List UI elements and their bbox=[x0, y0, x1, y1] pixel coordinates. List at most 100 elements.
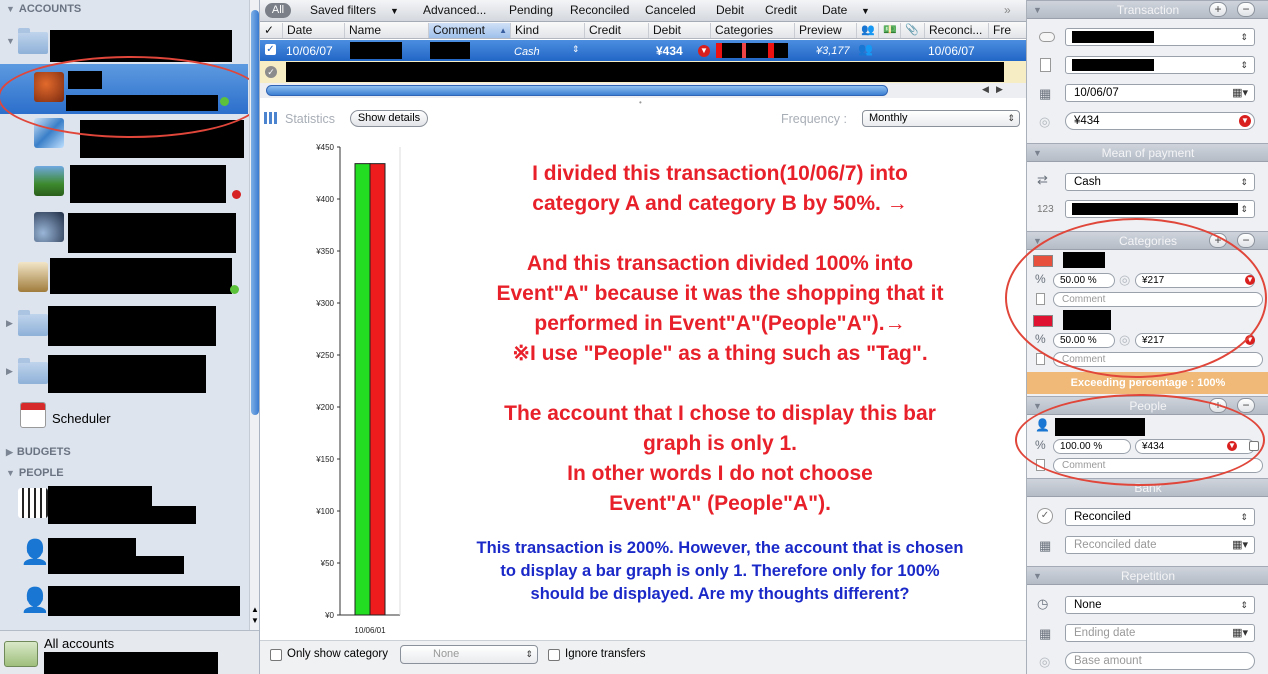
scroll-up-arrow-icon[interactable]: ▲ bbox=[251, 605, 259, 614]
pending-filter[interactable]: Pending bbox=[509, 3, 553, 17]
calendar-grid-icon: ▦ bbox=[1039, 86, 1052, 101]
all-accounts-icon bbox=[4, 641, 38, 667]
ignore-transfers-checkbox[interactable] bbox=[548, 649, 560, 661]
redacted-person-name bbox=[48, 538, 136, 556]
credit-filter[interactable]: Credit bbox=[765, 3, 797, 17]
disclosure-triangle-icon[interactable]: ▼ bbox=[6, 4, 15, 14]
base-amount-field[interactable]: Base amount bbox=[1065, 652, 1255, 670]
sidebar-item-scheduler[interactable]: Scheduler bbox=[52, 411, 111, 426]
col-credit[interactable]: Credit bbox=[584, 23, 621, 38]
col-money-icon[interactable]: 💵 bbox=[878, 23, 897, 38]
check-number-select[interactable]: ⇕ bbox=[1065, 200, 1255, 218]
table-row-selected[interactable]: ✓ 10/06/07 Cash ⇕ ¥434 ▼ ¥3,177 👥 10/06/… bbox=[260, 40, 1026, 61]
statistics-bar: Statistics Show details Frequency : Mont… bbox=[260, 108, 1026, 130]
stepper-icon[interactable]: ⇕ bbox=[572, 44, 580, 55]
calendar-picker-icon[interactable]: ▦▾ bbox=[1232, 625, 1248, 641]
y-tick-label: ¥0 bbox=[324, 611, 334, 620]
repetition-select[interactable]: None ⇕ bbox=[1065, 596, 1255, 614]
mean-of-payment-section-header[interactable]: ▼ Mean of payment bbox=[1027, 143, 1268, 162]
redacted-row-content bbox=[286, 62, 1004, 82]
disclosure-triangle-icon[interactable]: ▼ bbox=[1033, 144, 1042, 163]
debit-filter[interactable]: Debit bbox=[716, 3, 744, 17]
calendar-picker-icon[interactable]: ▦▾ bbox=[1232, 537, 1248, 553]
col-name[interactable]: Name bbox=[344, 23, 381, 38]
date-field[interactable]: 10/06/07 ▦▾ bbox=[1065, 84, 1255, 102]
calendar-icon bbox=[20, 402, 46, 428]
annotation-line: should be displayed. Are my thoughts dif… bbox=[530, 585, 910, 603]
debit-arrow-icon[interactable]: ▼ bbox=[1239, 115, 1251, 127]
account-select[interactable]: ⇕ bbox=[1065, 56, 1255, 74]
canceled-filter[interactable]: Canceled bbox=[645, 3, 696, 17]
folder-icon bbox=[18, 310, 48, 336]
annotation-line: I divided this transaction(10/06/7) into bbox=[532, 162, 908, 185]
chevron-down-icon[interactable]: ▼ bbox=[390, 6, 399, 16]
sidebar-scrollbar[interactable]: ▲ ▼ bbox=[249, 0, 259, 630]
main-panel: All Saved filters ▼ Advanced... Pending … bbox=[260, 0, 1026, 674]
remove-transaction-button[interactable]: − bbox=[1237, 2, 1255, 17]
col-kind[interactable]: Kind bbox=[510, 23, 539, 38]
row-debit: ¥434 bbox=[656, 44, 683, 58]
payee-select[interactable]: ⇕ bbox=[1065, 28, 1255, 46]
disclosure-triangle-icon[interactable]: ▶ bbox=[6, 318, 13, 329]
col-categories[interactable]: Categories bbox=[710, 23, 773, 38]
filter-all-button[interactable]: All bbox=[265, 3, 291, 18]
scrollbar-knob[interactable] bbox=[266, 85, 888, 96]
repetition-section-header[interactable]: ▼ Repetition bbox=[1027, 566, 1268, 585]
disclosure-triangle-icon[interactable]: ▼ bbox=[6, 468, 15, 478]
row-checkbox[interactable]: ✓ bbox=[265, 44, 276, 55]
redacted-person-name bbox=[48, 486, 152, 506]
reconciled-date-field[interactable]: Reconciled date ▦▾ bbox=[1065, 536, 1255, 554]
annotation-line bbox=[420, 219, 1020, 249]
scrollbar-knob[interactable] bbox=[251, 10, 259, 415]
remove-category-button[interactable]: − bbox=[1237, 233, 1255, 248]
remove-person-button[interactable]: − bbox=[1237, 398, 1255, 413]
transaction-section-header[interactable]: ▼ Transaction + − bbox=[1027, 0, 1268, 19]
budgets-header[interactable]: ▶ BUDGETS bbox=[6, 446, 71, 458]
people-header[interactable]: ▼ PEOPLE bbox=[6, 467, 64, 479]
col-preview[interactable]: Preview bbox=[794, 23, 842, 38]
ending-date-field[interactable]: Ending date ▦▾ bbox=[1065, 624, 1255, 642]
scroll-down-arrow-icon[interactable]: ▼ bbox=[251, 616, 259, 625]
annotation-line: And this transaction divided 100% into bbox=[526, 252, 914, 275]
saved-filters-button[interactable]: Saved filters bbox=[310, 3, 376, 17]
amount-field[interactable]: ¥434 bbox=[1065, 112, 1255, 130]
reconciled-filter[interactable]: Reconciled bbox=[570, 3, 629, 17]
disclosure-triangle-icon[interactable]: ▼ bbox=[1033, 1, 1042, 20]
bank-status-select[interactable]: Reconciled ⇕ bbox=[1065, 508, 1255, 526]
col-date[interactable]: Date bbox=[282, 23, 312, 38]
disclosure-triangle-icon[interactable]: ▶ bbox=[6, 366, 13, 377]
col-comment[interactable]: Comment ▲ bbox=[428, 23, 510, 38]
disclosure-triangle-icon[interactable]: ▼ bbox=[6, 36, 15, 46]
row-kind: Cash bbox=[514, 46, 540, 58]
col-frequency[interactable]: Fre bbox=[988, 23, 1011, 38]
category-select[interactable]: None ⇕ bbox=[400, 645, 538, 664]
col-reconciled[interactable]: Reconci... bbox=[924, 23, 982, 38]
frequency-select[interactable]: Monthly ⇕ bbox=[862, 110, 1020, 127]
splitter-handle[interactable]: • bbox=[639, 98, 642, 107]
col-attachment-icon[interactable]: 📎 bbox=[900, 23, 919, 38]
col-people-icon[interactable]: 👥 bbox=[856, 23, 875, 38]
scroll-left-arrow-icon[interactable]: ◀ bbox=[982, 84, 989, 95]
x-tick-label: 10/06/01 bbox=[354, 626, 386, 635]
advanced-button[interactable]: Advanced... bbox=[423, 3, 486, 17]
accounts-header[interactable]: ▼ ACCOUNTS bbox=[6, 3, 81, 15]
scroll-right-arrow-icon[interactable]: ▶ bbox=[996, 84, 1003, 95]
table-horizontal-scrollbar[interactable]: ◀ ▶ bbox=[260, 83, 1026, 98]
disclosure-triangle-icon[interactable]: ▼ bbox=[1033, 567, 1042, 586]
overflow-chevron-icon[interactable]: » bbox=[1004, 3, 1011, 17]
calendar-picker-icon[interactable]: ▦▾ bbox=[1232, 85, 1248, 101]
payment-method-select[interactable]: Cash ⇕ bbox=[1065, 173, 1255, 191]
add-transaction-button[interactable]: + bbox=[1209, 2, 1227, 17]
date-filter[interactable]: Date bbox=[822, 3, 847, 17]
col-check[interactable]: ✓ bbox=[260, 23, 274, 38]
only-show-category-checkbox[interactable] bbox=[270, 649, 282, 661]
sidebar-item-all-accounts[interactable]: All accounts bbox=[44, 636, 114, 651]
piano-thumbnail-icon bbox=[18, 488, 48, 518]
inspector-panel: ▼ Transaction + − ⇕ ⇕ ▦ 10/06/07 ▦▾ ◎ ¥434… bbox=[1005, 0, 1268, 674]
table-row[interactable]: ✓ bbox=[260, 61, 1026, 83]
show-details-button[interactable]: Show details bbox=[350, 110, 428, 127]
col-debit[interactable]: Debit bbox=[648, 23, 681, 38]
chevron-down-icon[interactable]: ▼ bbox=[861, 6, 870, 16]
disclosure-triangle-icon[interactable]: ▶ bbox=[6, 447, 13, 457]
select-arrows-icon: ⇕ bbox=[1240, 204, 1248, 214]
